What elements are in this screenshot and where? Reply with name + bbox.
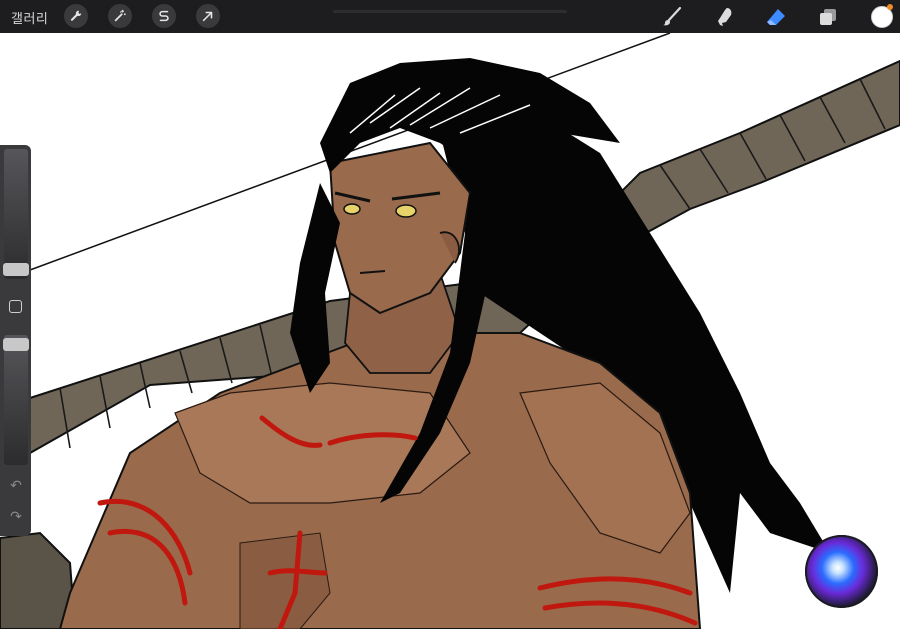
window-grabber[interactable] xyxy=(333,10,567,13)
brush-icon[interactable] xyxy=(660,5,684,29)
color-indicator-dot xyxy=(887,4,893,10)
redo-button[interactable]: ↷ xyxy=(8,509,24,523)
layers-icon[interactable] xyxy=(816,5,840,29)
eraser-icon[interactable] xyxy=(764,5,788,29)
selection-s-icon[interactable] xyxy=(152,4,176,28)
right-eye xyxy=(395,204,417,218)
siri-orb[interactable] xyxy=(805,535,878,608)
left-eye xyxy=(343,203,361,215)
smudge-icon[interactable] xyxy=(712,5,736,29)
opacity-thumb[interactable] xyxy=(3,338,29,351)
brush-size-thumb[interactable] xyxy=(3,263,29,276)
brush-sidebar: ↶ ↷ xyxy=(0,145,31,536)
gallery-button[interactable]: 갤러리 xyxy=(11,8,48,27)
top-toolbar: 갤러리 xyxy=(0,0,900,33)
brush-size-slider[interactable] xyxy=(4,149,28,279)
modify-button[interactable] xyxy=(9,300,22,313)
arrow-cursor-icon[interactable] xyxy=(196,4,220,28)
magic-wand-icon[interactable] xyxy=(108,4,132,28)
drawing-canvas[interactable] xyxy=(0,33,900,629)
opacity-slider[interactable] xyxy=(4,335,28,465)
undo-button[interactable]: ↶ xyxy=(8,478,24,492)
wrench-icon[interactable] xyxy=(64,4,88,28)
